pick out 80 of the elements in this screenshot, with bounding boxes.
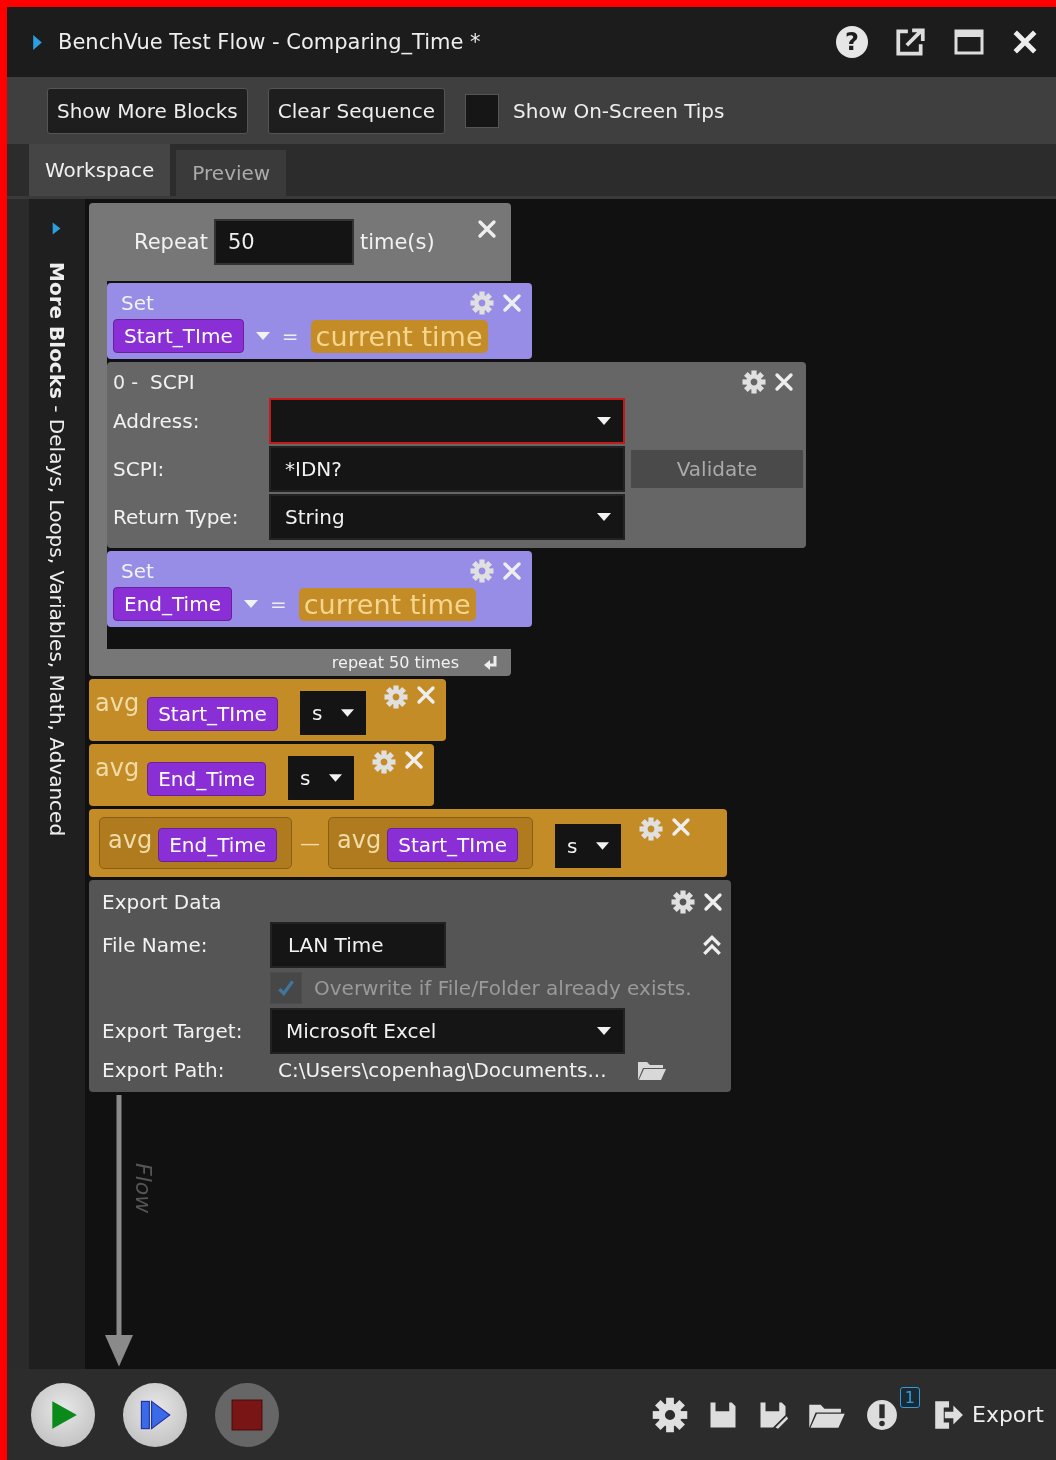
equals-sign: = (269, 592, 287, 616)
export-button[interactable]: Export (932, 1398, 1044, 1431)
checkbox-label: Show On-Screen Tips (513, 98, 725, 123)
flow-label: Flow (131, 1163, 156, 1214)
variable-chip[interactable]: Start_TIme (113, 319, 244, 353)
block-title: SCPI (150, 370, 195, 394)
repeat-count-field[interactable]: 50 (213, 219, 354, 265)
return-type-dropdown[interactable]: String (269, 494, 625, 540)
unit-dropdown[interactable]: s (288, 756, 355, 800)
variable-chip[interactable]: End_Time (158, 828, 278, 862)
tips-checkbox[interactable] (465, 93, 500, 128)
gear-icon[interactable] (671, 890, 695, 914)
export-target-dropdown[interactable]: Microsoft Excel (270, 1008, 625, 1054)
block-title: avg (337, 826, 382, 854)
address-dropdown[interactable] (269, 398, 625, 444)
difference-block[interactable]: avg End_Time — avg Start_TIme s (89, 809, 727, 877)
field-label: Return Type: (113, 505, 240, 529)
export-icon (932, 1398, 964, 1431)
variable-chip[interactable]: End_Time (147, 762, 267, 796)
scpi-command-field[interactable]: *IDN? (269, 446, 625, 492)
equals-sign: = (281, 324, 299, 348)
block-title: Set (121, 291, 154, 315)
block-title: Set (121, 559, 154, 583)
close-icon[interactable] (703, 892, 723, 912)
field-label: SCPI: (113, 457, 166, 481)
caret-icon (597, 513, 611, 521)
repeat-block[interactable]: Repeat 50 time(s) (89, 203, 511, 281)
set-block[interactable]: Set End_Time = current time (107, 551, 532, 627)
checkbox-label: Overwrite if File/Folder already exists. (314, 976, 692, 1000)
variable-chip[interactable]: Start_TIme (147, 697, 278, 731)
caret-icon (597, 1027, 611, 1035)
field-label: Export Target: (102, 1019, 244, 1043)
close-icon[interactable] (1012, 29, 1038, 55)
help-button[interactable]: ? (836, 26, 868, 58)
unit-dropdown[interactable]: s (299, 691, 366, 735)
caret-icon (255, 332, 270, 340)
export-path: C:\Users\copenhag\Documents... (277, 1058, 607, 1082)
block-title: avg (108, 826, 153, 854)
average-block[interactable]: avg End_Time (99, 817, 293, 869)
collapse-icon[interactable] (701, 934, 723, 956)
field-label: Address: (113, 409, 201, 433)
tab[interactable]: Workspace (29, 144, 171, 196)
block-index: 0 - (113, 371, 138, 393)
caret-icon (340, 709, 354, 717)
minus-sign: — (300, 831, 321, 855)
block-title: Repeat (134, 230, 208, 254)
toolbar-button[interactable]: Clear Sequence (267, 87, 446, 134)
field-label: File Name: (102, 933, 209, 957)
return-arrow-icon (483, 654, 499, 671)
set-block[interactable]: Set Start_TIme = current time (107, 283, 532, 359)
caret-icon (243, 600, 258, 608)
block-title: Export Data (102, 890, 222, 914)
caret-icon (596, 842, 610, 850)
toolbar-button[interactable]: Show More Blocks (47, 87, 248, 134)
expand-arrow-icon[interactable] (51, 221, 63, 236)
unit-label: time(s) (359, 230, 435, 254)
average-block[interactable]: avg End_Time s (89, 744, 435, 806)
file-name-field[interactable]: LAN Time (270, 922, 446, 968)
window-title: BenchVue Test Flow - Comparing_Time * (58, 30, 481, 54)
tab[interactable]: Preview (176, 150, 287, 196)
field-label: Export Path: (102, 1058, 226, 1082)
folder-icon[interactable] (636, 1059, 667, 1081)
caret-icon (597, 417, 611, 425)
average-block[interactable]: avg Start_TIme (328, 817, 534, 869)
pop-out-icon[interactable] (894, 26, 926, 58)
stop-icon (231, 1398, 263, 1431)
gear-icon[interactable] (652, 1396, 688, 1433)
expand-arrow-icon[interactable] (33, 34, 42, 50)
average-block[interactable]: avg Start_TIme s (89, 679, 446, 741)
unit-dropdown[interactable]: s (555, 824, 622, 868)
repeat-summary: repeat 50 times (331, 653, 459, 672)
maximize-icon[interactable] (954, 29, 984, 55)
block-title: avg (95, 689, 140, 717)
caret-icon (329, 774, 343, 782)
variable-chip[interactable]: End_Time (113, 587, 232, 621)
alert-count-badge: 1 (899, 1386, 920, 1408)
sidebar-label[interactable]: More Blocks - Delays, Loops, Variables, Math, Advanced (45, 262, 69, 837)
alert-icon[interactable] (866, 1398, 898, 1431)
variable-chip[interactable]: Start_TIme (387, 828, 519, 862)
block-title: avg (95, 754, 140, 782)
